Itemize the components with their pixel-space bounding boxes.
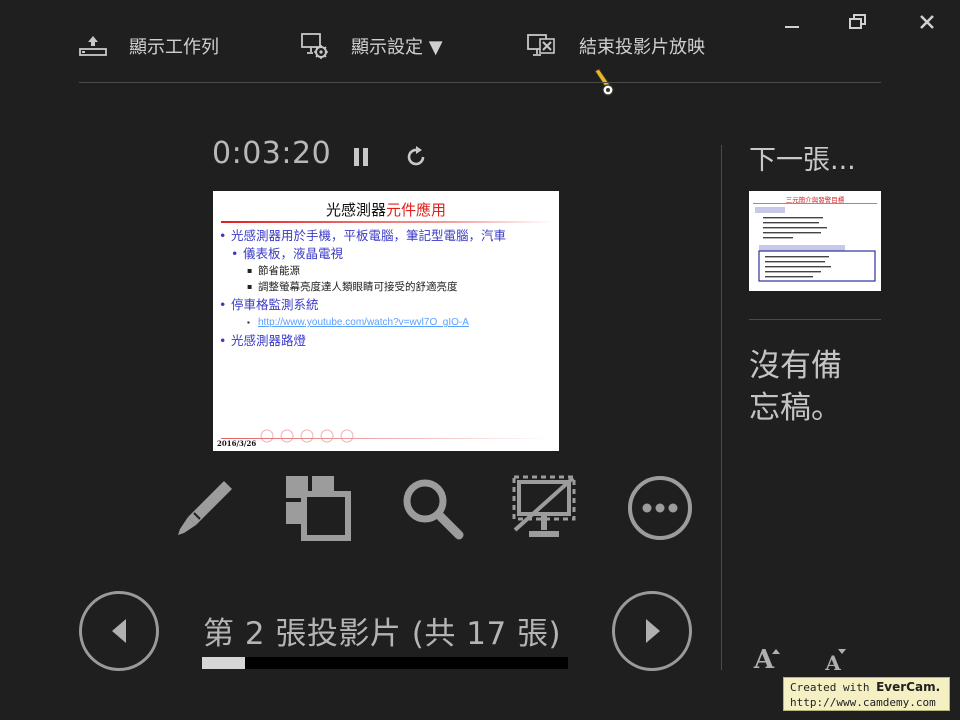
speaker-notes: 沒有備 忘稿。 (749, 345, 889, 429)
notes-divider (749, 319, 881, 320)
next-slide-icon (646, 619, 660, 643)
taskbar-icon (79, 36, 107, 56)
up-caret-icon (772, 649, 780, 654)
watermark-url: http://www.camdemy.com (790, 696, 936, 709)
next-slide-label: 下一張... (749, 145, 856, 176)
pause-timer-button[interactable] (348, 143, 374, 171)
close-icon (920, 15, 934, 29)
slide-progress-bar[interactable] (202, 657, 568, 669)
restart-timer-button[interactable] (402, 143, 430, 171)
slide-link[interactable]: http://www.youtube.com/watch?v=wvl7O_gIO… (247, 316, 469, 330)
next-slide-thumbnail[interactable]: 三元簡介與發警目標 (749, 191, 881, 291)
next-slide-button[interactable] (612, 591, 692, 671)
pause-icon (354, 148, 368, 166)
increase-font-button[interactable]: A (748, 642, 780, 678)
more-options-button[interactable] (626, 474, 694, 542)
slide-counter: 第 2 張投影片 (共 17 張) (203, 616, 562, 652)
slide-footer-rule (221, 438, 551, 439)
down-caret-icon (838, 649, 846, 654)
slide-sub-bullet: 節省能源 (247, 264, 300, 278)
display-settings-label: 顯示設定 ▼ (351, 37, 443, 58)
zoom-icon (403, 479, 464, 540)
see-all-slides-icon (286, 476, 351, 541)
panel-divider (721, 145, 722, 670)
slide-progress-fill (202, 657, 246, 669)
slide-title: 光感測器元件應用 (325, 201, 447, 219)
display-settings-button[interactable]: 顯示設定 ▼ (301, 30, 443, 62)
show-taskbar-button[interactable]: 顯示工作列 (79, 30, 219, 62)
black-screen-button[interactable] (511, 474, 579, 542)
watermark-brand: EverCam. (876, 680, 941, 694)
slide-bullet: 光感測器用於手機，平板電腦，筆記型電腦，汽車 (219, 228, 506, 244)
end-slideshow-button[interactable]: 結束投影片放映 (527, 30, 705, 62)
speaker-notes-line: 沒有備 (749, 348, 842, 384)
slide-title-rule (221, 221, 551, 223)
evercam-watermark: Created with EverCam. http://www.camdemy… (783, 677, 950, 711)
see-all-slides-button[interactable] (284, 474, 352, 542)
more-options-icon (628, 476, 692, 540)
show-taskbar-label: 顯示工作列 (129, 37, 219, 58)
end-slideshow-label: 結束投影片放映 (579, 37, 705, 58)
pen-tool-button[interactable] (171, 474, 239, 542)
toolbar-divider (79, 82, 881, 83)
restart-icon (407, 146, 425, 166)
black-screen-icon (512, 475, 576, 537)
slide-date: 2016/3/26 (217, 439, 257, 448)
previous-slide-icon (112, 619, 126, 643)
restore-icon (849, 14, 866, 29)
elapsed-timer: 0:03:20 (212, 136, 332, 171)
thumb-content-lines (758, 217, 876, 282)
current-slide-preview[interactable]: 光感測器元件應用 光感測器用於手機，平板電腦，筆記型電腦，汽車 儀表板，液晶電視… (213, 191, 559, 451)
slide-sub-bullet: 調整螢幕亮度達人類眼睛可接受的舒適亮度 (247, 280, 457, 294)
restore-button[interactable] (843, 8, 873, 36)
slide-decoration (260, 429, 354, 443)
cursor-icon (594, 68, 614, 96)
decrease-font-button[interactable]: A (818, 642, 848, 678)
minimize-icon (785, 26, 799, 28)
slide-bullet: 光感測器路燈 (219, 333, 306, 349)
monitor-close-icon (527, 34, 555, 56)
monitor-gear-icon (301, 33, 328, 59)
minimize-button[interactable] (777, 8, 807, 36)
speaker-notes-line: 忘稿。 (749, 390, 842, 426)
zoom-button[interactable] (398, 474, 466, 542)
pen-icon (178, 481, 232, 535)
slide-bullet-continued: 儀表板，液晶電視 (231, 246, 343, 262)
close-button[interactable] (912, 8, 942, 36)
watermark-text: Created with (790, 681, 877, 694)
slide-bullet: 停車格監測系統 (219, 297, 318, 313)
previous-slide-button[interactable] (79, 591, 159, 671)
